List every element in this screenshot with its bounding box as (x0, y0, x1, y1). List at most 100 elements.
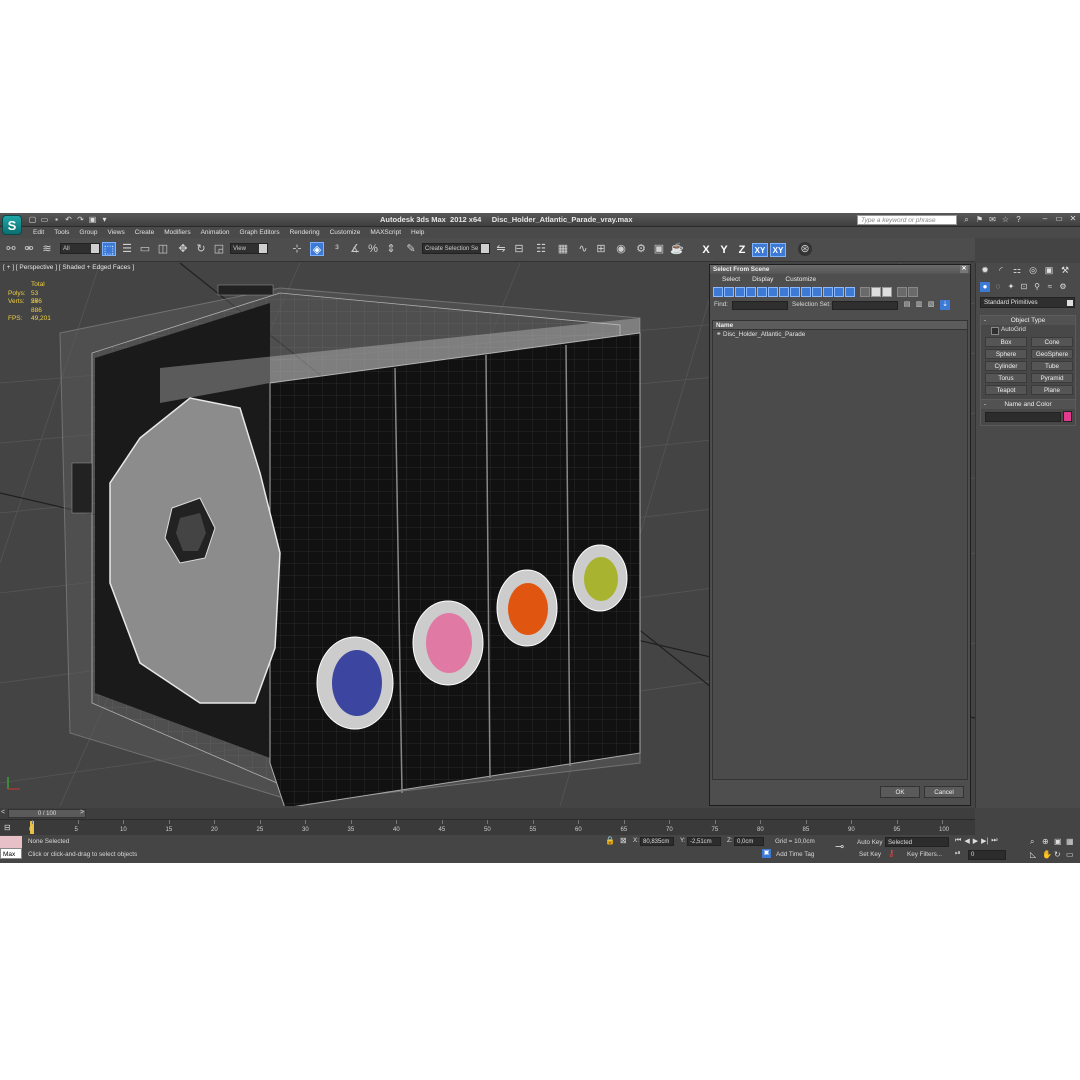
menu-graph-editors[interactable]: Graph Editors (235, 227, 285, 238)
layer-manager-icon[interactable]: ☷ (534, 242, 548, 256)
rectangular-region-icon[interactable]: ▭ (138, 242, 152, 256)
menu-create[interactable]: Create (130, 227, 160, 238)
find-input[interactable] (732, 301, 788, 310)
track-bar[interactable]: ⊟ 0 5 10 15 20 25 30 35 40 45 50 55 60 65 70 75 80 85 90 95… (0, 819, 975, 835)
maxscript-input[interactable]: Max (0, 848, 22, 859)
filter-bones-icon[interactable] (801, 287, 811, 297)
search-icon[interactable]: ⌕ (962, 215, 971, 224)
display-none-icon[interactable] (871, 287, 881, 297)
qa-dropdown-icon[interactable]: ▾ (100, 215, 109, 224)
selection-filter-dropdown[interactable]: All (60, 243, 100, 254)
shapes-category-icon[interactable]: ◌ (993, 282, 1003, 292)
material-editor-icon[interactable]: ◉ (614, 242, 628, 256)
sync-selection-icon[interactable]: ⇣ (940, 300, 950, 310)
selection-lock-icon[interactable]: 🔒 (605, 836, 615, 845)
filter-containers-icon[interactable] (812, 287, 822, 297)
cylinder-button[interactable]: Cylinder (985, 361, 1027, 371)
filter-shapes-icon[interactable] (724, 287, 734, 297)
pan-icon[interactable]: ✋ (1042, 850, 1052, 859)
axis-z-button[interactable]: Z (734, 243, 750, 257)
graphite-ribbon-icon[interactable]: ▦ (556, 242, 570, 256)
new-file-icon[interactable]: ▢ (28, 215, 37, 224)
filter-frozen-icon[interactable] (823, 287, 833, 297)
filter-settings-icon[interactable] (908, 287, 918, 297)
minimize-icon[interactable]: – (1040, 214, 1050, 224)
app-logo[interactable]: S (2, 215, 22, 235)
object-color-swatch[interactable] (1063, 411, 1072, 422)
teapot-button[interactable]: Teapot (985, 385, 1027, 395)
angle-snap-icon[interactable]: ∡ (348, 242, 362, 256)
field-of-view-icon[interactable]: ◺ (1030, 850, 1036, 859)
filter-groups-icon[interactable] (779, 287, 789, 297)
autogrid-checkbox[interactable]: AutoGrid (981, 325, 1075, 335)
unlink-icon[interactable]: ⚮ (22, 242, 36, 256)
plane-button[interactable]: Plane (1031, 385, 1073, 395)
align-icon[interactable]: ⊟ (512, 242, 526, 256)
set-key-mode-icon[interactable]: ⊸ (835, 840, 844, 853)
menu-help[interactable]: Help (406, 227, 429, 238)
filter-spacewarps-icon[interactable] (768, 287, 778, 297)
ok-button[interactable]: OK (880, 786, 920, 798)
axis-xy-button[interactable]: XY (752, 243, 768, 257)
zoom-extents-icon[interactable]: ▣ (1054, 837, 1062, 846)
display-invert-icon[interactable] (882, 287, 892, 297)
cone-button[interactable]: Cone (1031, 337, 1073, 347)
menu-modifiers[interactable]: Modifiers (159, 227, 195, 238)
auto-key-button[interactable]: Auto Key (857, 839, 883, 846)
rendered-frame-window-icon[interactable]: ▣ (652, 242, 666, 256)
filter-lights-icon[interactable] (735, 287, 745, 297)
display-all-icon[interactable] (860, 287, 870, 297)
display-tab-icon[interactable]: ▣ (1044, 265, 1054, 275)
filter-helpers-icon[interactable] (757, 287, 767, 297)
object-type-header[interactable]: Object Type (981, 316, 1075, 325)
name-and-color-header[interactable]: Name and Color (981, 400, 1075, 409)
key-mode-toggle-icon[interactable]: ⏯ (955, 850, 961, 858)
menu-edit[interactable]: Edit (28, 227, 49, 238)
axis-x-button[interactable]: X (698, 243, 714, 257)
viewport-label[interactable]: [ + ] [ Perspective ] [ Shaded + Edged F… (3, 264, 134, 271)
time-tag-icon[interactable]: ▣ (762, 849, 771, 858)
search-input[interactable]: Type a keyword or phrase (857, 215, 957, 225)
filter-all-icon[interactable] (845, 287, 855, 297)
add-time-tag-button[interactable]: Add Time Tag (776, 851, 814, 858)
orbit-icon[interactable]: ↻ (1054, 850, 1061, 859)
named-selection-set-dropdown[interactable]: Create Selection Se (422, 243, 490, 254)
select-by-name-icon[interactable]: ☰ (120, 242, 134, 256)
redo-icon[interactable]: ↷ (76, 215, 85, 224)
systems-category-icon[interactable]: ⚙ (1058, 282, 1068, 292)
set-key-button[interactable]: Set Key (859, 851, 881, 858)
schematic-view-icon[interactable]: ⊞ (594, 242, 608, 256)
select-all-icon[interactable]: ▤ (902, 300, 912, 310)
select-manipulate-icon[interactable]: ◈ (310, 242, 324, 256)
render-setup-icon[interactable]: ⚙ (634, 242, 648, 256)
menu-rendering[interactable]: Rendering (285, 227, 325, 238)
filter-cameras-icon[interactable] (746, 287, 756, 297)
select-link-icon[interactable]: ⚯ (4, 242, 18, 256)
utilities-tab-icon[interactable]: ⚒ (1060, 265, 1070, 275)
save-icon[interactable]: ▪ (52, 215, 61, 224)
time-prev-icon[interactable]: < (1, 809, 5, 816)
zoom-all-icon[interactable]: ⊕ (1042, 837, 1049, 846)
help-icon[interactable]: ? (1014, 215, 1023, 224)
filter-funnel-icon[interactable] (897, 287, 907, 297)
bind-spacewarp-icon[interactable]: ≋ (40, 242, 54, 256)
dialog-menu-display[interactable]: Display (746, 274, 779, 285)
ref-coord-dropdown[interactable]: View (230, 243, 268, 254)
dialog-menu-select[interactable]: Select (716, 274, 746, 285)
disc-holder-model[interactable] (59, 284, 641, 806)
axis-y-button[interactable]: Y (716, 243, 732, 257)
current-frame-field[interactable]: 0 (968, 850, 1006, 860)
spacewarps-category-icon[interactable]: ≈ (1045, 282, 1055, 292)
modify-tab-icon[interactable]: ◜ (996, 265, 1006, 275)
hierarchy-tab-icon[interactable]: ⚏ (1012, 265, 1022, 275)
spinner-snap-icon[interactable]: ⇕ (384, 242, 398, 256)
previous-frame-icon[interactable]: ◀ (964, 837, 969, 845)
next-frame-icon[interactable]: ▶| (981, 837, 988, 845)
box-button[interactable]: Box (985, 337, 1027, 347)
object-name-input[interactable] (985, 412, 1061, 422)
cameras-category-icon[interactable]: ⊡ (1019, 282, 1029, 292)
undo-icon[interactable]: ↶ (64, 215, 73, 224)
rotate-icon[interactable]: ↻ (194, 242, 208, 256)
subscription-icon[interactable]: ⚑ (975, 215, 984, 224)
mini-curve-editor-icon[interactable]: ⊟ (4, 823, 11, 832)
